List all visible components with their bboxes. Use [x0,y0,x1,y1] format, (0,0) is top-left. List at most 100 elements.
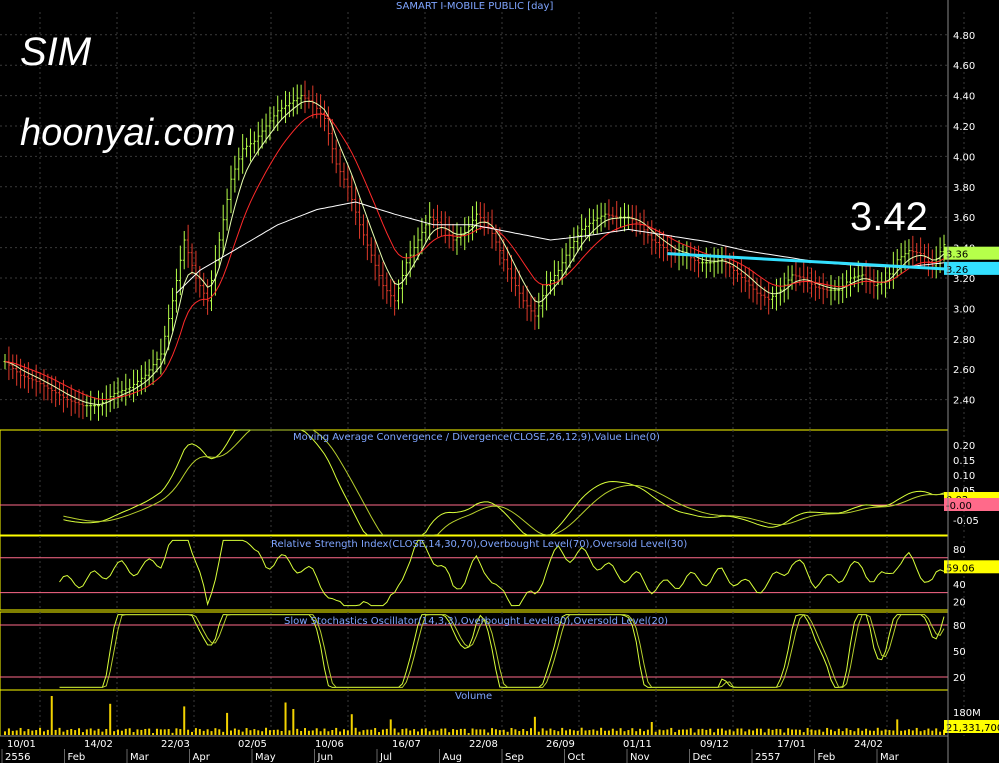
volume-bar [113,731,116,735]
volume-bar [810,729,813,735]
volume-bar [319,731,322,735]
volume-bar [358,731,361,735]
volume-bar [845,728,848,735]
volume-bar [557,731,560,735]
volume-bar [459,728,462,735]
date-tick-label: 14/02 [84,739,113,750]
volume-bar [354,727,357,735]
volume-bar [323,728,326,735]
volume-bar [771,729,774,735]
volume-bar [868,730,871,735]
volume-bar [175,728,178,735]
volume-bar [436,730,439,735]
volume-bar [202,730,205,735]
macd-title: Moving Average Convergence / Divergence(… [293,432,660,443]
volume-bar [900,730,903,735]
volume-bar [619,728,622,735]
date-tick-label: 10/01 [7,739,36,750]
volume-bar [709,728,712,735]
volume-bar [292,709,295,735]
date-tick-label: 26/09 [546,739,575,750]
volume-bar [880,730,883,735]
volume-bar [857,728,860,735]
volume-bar [440,728,443,735]
month-tick-label: May [255,752,276,763]
date-tick-label: 10/06 [315,739,344,750]
volume-bar [615,730,618,735]
month-tick-label: Feb [68,752,86,763]
symbol-watermark: SIM [20,30,92,74]
volume-bar [600,727,603,735]
price-axis-tick: 3.00 [953,304,975,315]
stoch-axis-tick: 50 [953,647,966,658]
volume-bar [759,728,762,735]
volume-bar [529,728,532,735]
volume-bar [253,729,256,735]
volume-bar [487,732,490,735]
volume-bar [401,729,404,735]
month-tick-label: Mar [130,752,150,763]
macd-axis-tick: 0.10 [953,471,975,482]
volume-bar [685,729,688,735]
volume-bar [931,730,934,735]
volume-bar [245,728,248,735]
volume-bar [892,730,895,735]
volume-bar [907,729,910,735]
chart-title: SAMART I-MOBILE PUBLIC [day] [396,1,554,12]
volume-bar [307,730,310,735]
volume-bar [304,728,307,735]
volume-bar [471,728,474,735]
volume-bar [693,732,696,735]
volume-bar [452,729,455,735]
volume-bar [818,729,821,735]
volume-bar [791,729,794,735]
volume-bar [346,730,349,735]
volume-bar [101,731,104,735]
volume-bar [565,730,568,735]
price-tag-label: -0.00 [946,501,972,512]
volume-bar [62,731,65,735]
site-watermark: hoonyai.com [20,112,236,154]
volume-bar [85,729,88,735]
volume-bar [331,730,334,735]
volume-bar [666,729,669,735]
volume-bar [335,727,338,735]
date-tick-label: 02/05 [238,739,267,750]
volume-bar [580,727,583,735]
volume-bar [171,732,174,735]
volume-bar [491,728,494,735]
volume-bar [7,728,10,735]
volume-bar [428,731,431,735]
volume-bar [748,729,751,735]
volume-bar [4,731,6,735]
volume-bar [572,730,575,735]
volume-bar [378,732,381,735]
volume-bar [713,732,716,735]
volume-bar [409,730,412,735]
volume-bar [705,729,708,735]
month-tick-label: Oct [568,752,585,763]
volume-bar [128,728,131,735]
volume-bar [923,730,926,735]
volume-bar [272,729,275,735]
volume-bar [39,727,42,735]
volume-bar [814,730,817,735]
volume-bar [296,728,299,735]
volume-bar [549,728,552,735]
volume-bar [646,729,649,735]
price-axis-tick: 2.80 [953,335,975,346]
volume-bar [78,728,81,735]
volume-bar [763,732,766,735]
volume-bar [650,722,653,735]
volume-bar [576,730,579,735]
volume-bar [140,729,143,735]
macd-axis-tick: 0.15 [953,456,975,467]
volume-bar [833,731,836,735]
volume-bar [413,729,416,735]
volume-bar [911,730,914,735]
volume-bar [611,728,614,735]
volume-bar [510,727,513,735]
month-tick-label: Nov [630,752,650,763]
volume-bar [226,712,229,735]
trendline [667,252,945,271]
